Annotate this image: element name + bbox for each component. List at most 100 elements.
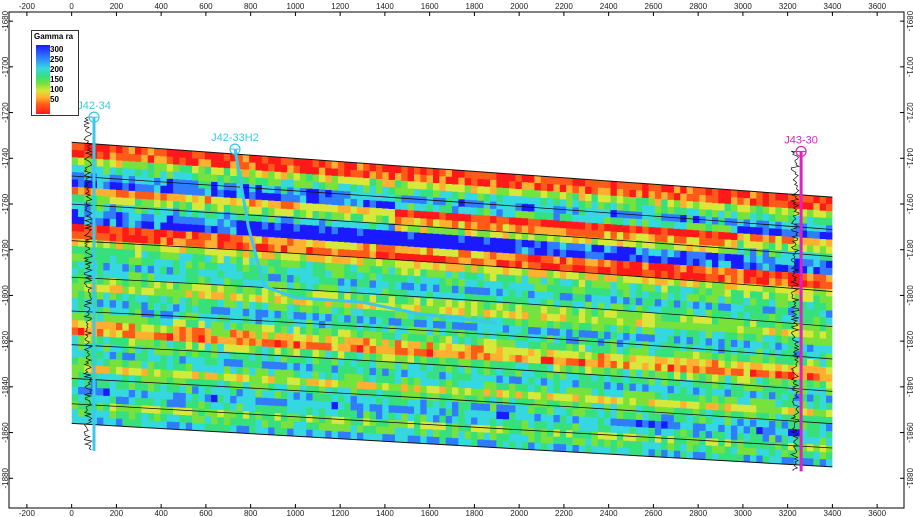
model-cell — [331, 307, 339, 316]
model-cell — [350, 169, 358, 178]
model-cell — [724, 446, 732, 455]
model-cell — [781, 328, 789, 337]
model-cell — [509, 398, 517, 406]
model-cell — [775, 428, 783, 436]
model-cell — [547, 212, 555, 221]
model-cell — [274, 340, 282, 348]
model-cell — [217, 270, 225, 279]
model-cell — [141, 398, 149, 407]
model-cell — [749, 376, 757, 385]
model-cell — [401, 340, 409, 349]
model-cell — [509, 304, 517, 312]
model-cell — [445, 321, 453, 330]
model-cell — [667, 271, 675, 280]
model-cell — [471, 272, 478, 281]
model-cell — [166, 296, 174, 305]
model-cell — [490, 194, 497, 203]
model-cell — [293, 253, 301, 262]
model-cell — [185, 172, 193, 181]
model-cell — [566, 199, 574, 208]
model-cell — [287, 333, 295, 342]
model-cell — [249, 360, 257, 369]
model-cell — [572, 243, 580, 252]
model-cell — [160, 355, 168, 364]
model-cell — [160, 156, 168, 165]
model-cell — [743, 426, 751, 435]
model-cell — [775, 200, 783, 209]
model-cell — [616, 332, 624, 341]
colorbar-legend[interactable]: Gamma ra 300 250 200 150 100 50 — [31, 30, 79, 116]
model-cell — [705, 352, 713, 361]
model-cell — [407, 166, 415, 175]
model-cell — [566, 307, 574, 316]
model-cell — [572, 279, 580, 288]
model-cell — [230, 175, 238, 184]
model-cell — [122, 153, 130, 162]
model-cell — [699, 223, 707, 232]
model-cell — [439, 299, 447, 308]
model-cell — [350, 315, 358, 324]
y-tick-label: -1700 — [1, 56, 10, 77]
model-cell — [610, 210, 618, 218]
model-cell — [97, 329, 104, 338]
model-cell — [173, 149, 181, 158]
model-cell — [433, 328, 440, 337]
model-cell — [97, 321, 104, 330]
model-cell — [325, 211, 333, 220]
model-cell — [737, 418, 745, 427]
model-cell — [667, 443, 675, 452]
model-cell — [775, 257, 783, 266]
model-cell — [813, 316, 821, 325]
model-cell — [407, 268, 415, 277]
model-cell — [553, 422, 561, 431]
model-cell — [299, 414, 307, 423]
model-cell — [648, 349, 656, 357]
model-cell — [509, 311, 517, 320]
model-cell — [540, 212, 548, 221]
model-cell — [724, 232, 732, 241]
model-cell — [654, 206, 662, 214]
model-cell — [781, 350, 789, 358]
model-cell — [616, 196, 624, 204]
model-cell — [394, 282, 402, 291]
model-cell — [388, 238, 396, 246]
model-cell — [369, 236, 377, 245]
model-cell — [673, 257, 681, 266]
model-cell — [762, 356, 770, 364]
model-cell — [680, 265, 688, 273]
model-cell — [819, 445, 827, 453]
colorbar-tick: 150 — [50, 75, 64, 84]
model-cell — [185, 202, 193, 211]
model-cell — [204, 328, 212, 337]
model-cell — [97, 144, 104, 153]
model-cell — [185, 187, 193, 196]
model-cell — [585, 395, 593, 404]
model-cell — [711, 395, 719, 404]
model-cell — [648, 363, 656, 372]
model-cell — [578, 272, 586, 281]
model-cell — [604, 231, 612, 240]
model-cell — [654, 335, 662, 343]
model-cell — [775, 207, 783, 216]
model-cell — [433, 429, 440, 438]
model-cell — [547, 328, 555, 336]
model-cell — [293, 202, 301, 211]
model-cell — [103, 211, 111, 220]
model-cell — [781, 400, 789, 408]
model-cell — [77, 305, 85, 314]
model-cell — [356, 279, 364, 288]
model-cell — [439, 285, 447, 293]
model-cell — [490, 237, 497, 246]
model-cell — [217, 248, 225, 257]
model-cell — [591, 187, 599, 195]
model-cell — [135, 257, 142, 266]
model-cell — [135, 191, 142, 200]
model-cell — [521, 362, 529, 371]
model-cell — [667, 300, 675, 308]
model-cell — [306, 320, 314, 329]
model-cell — [547, 277, 555, 286]
model-cell — [585, 294, 593, 303]
model-cell — [616, 210, 624, 219]
model-cell — [160, 296, 168, 305]
colorbar-gradient — [36, 45, 50, 114]
